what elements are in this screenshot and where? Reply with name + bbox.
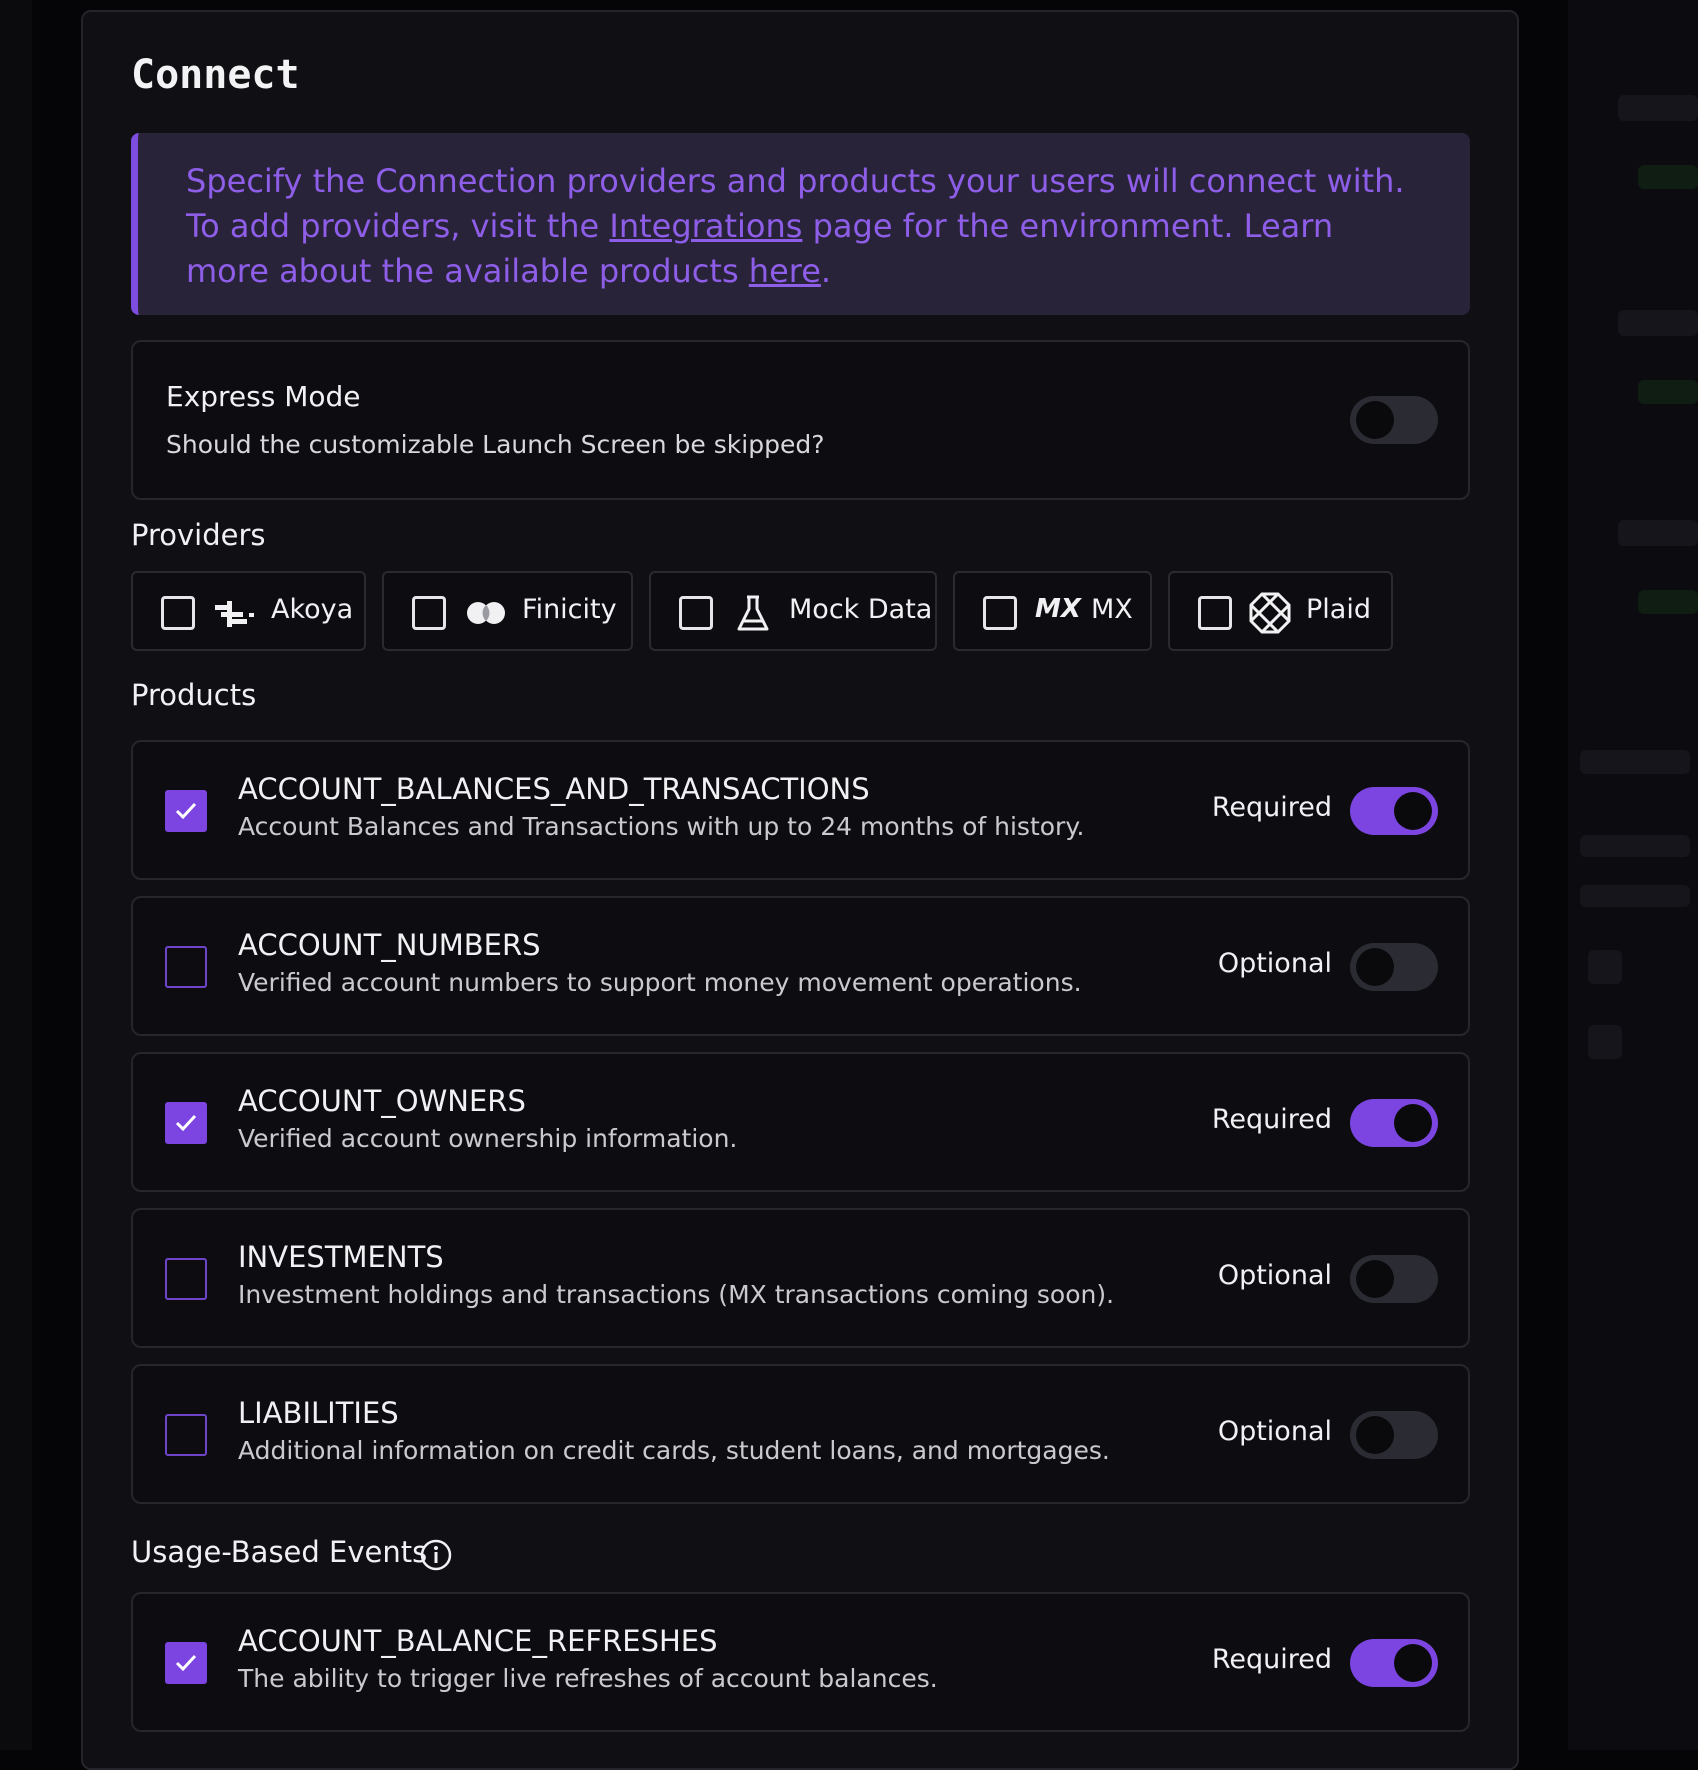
ghost-placeholder (1618, 95, 1698, 121)
product-description: Verified account numbers to support mone… (238, 968, 1082, 997)
akoya-logo-icon (215, 601, 254, 627)
ghost-placeholder (1588, 950, 1622, 984)
product-checkbox[interactable] (165, 946, 207, 988)
ghost-placeholder (1580, 885, 1690, 907)
toggle-knob (1356, 1260, 1394, 1298)
express-mode-toggle[interactable] (1350, 396, 1438, 444)
product-card: ACCOUNT_BALANCES_AND_TRANSACTIONS Accoun… (131, 740, 1470, 880)
provider-checkbox[interactable] (161, 596, 195, 630)
checkmark-icon (175, 1114, 197, 1132)
provider-checkbox[interactable] (679, 596, 713, 630)
product-description: Account Balances and Transactions with u… (238, 812, 1085, 841)
products-label: Products (131, 678, 257, 712)
product-requirement-label: Optional (1217, 1260, 1332, 1291)
provider-chip-finicity[interactable]: Finicity (382, 571, 633, 651)
ghost-placeholder (1638, 590, 1698, 614)
usage-event-requirement-label: Required (1211, 1644, 1332, 1675)
product-required-toggle[interactable] (1350, 943, 1438, 991)
usage-events-label: Usage-Based Events (131, 1535, 428, 1569)
toggle-knob (1394, 1104, 1432, 1142)
flask-icon (737, 595, 769, 631)
usage-event-name: ACCOUNT_BALANCE_REFRESHES (238, 1624, 718, 1658)
provider-label: Akoya (271, 594, 354, 625)
product-card: ACCOUNT_OWNERS Verified account ownershi… (131, 1052, 1470, 1192)
ghost-placeholder (1618, 310, 1698, 336)
provider-chip-plaid[interactable]: Plaid (1168, 571, 1393, 651)
plaid-logo-icon (1249, 592, 1291, 634)
ghost-placeholder (1580, 835, 1690, 857)
product-name: ACCOUNT_BALANCES_AND_TRANSACTIONS (238, 772, 870, 806)
backdrop-right-panel (1568, 0, 1698, 1750)
finicity-logo-icon (467, 602, 505, 624)
mx-logo-icon: MX (1035, 594, 1081, 624)
ghost-placeholder (1618, 520, 1698, 546)
backdrop-left-sidebar (0, 0, 32, 1750)
express-mode-description: Should the customizable Launch Screen be… (166, 430, 825, 459)
page-title: Connect (131, 52, 300, 98)
provider-label: MX (1091, 594, 1133, 625)
product-name: LIABILITIES (238, 1396, 399, 1430)
checkmark-icon (175, 802, 197, 820)
usage-event-description: The ability to trigger live refreshes of… (238, 1664, 938, 1693)
product-requirement-label: Required (1211, 1104, 1332, 1135)
provider-chip-mx[interactable]: MX MX (953, 571, 1152, 651)
product-required-toggle[interactable] (1350, 1255, 1438, 1303)
ghost-placeholder (1588, 1025, 1622, 1059)
product-description: Verified account ownership information. (238, 1124, 738, 1153)
express-mode-card: Express Mode Should the customizable Lau… (131, 340, 1470, 500)
product-card: ACCOUNT_NUMBERS Verified account numbers… (131, 896, 1470, 1036)
usage-event-card: ACCOUNT_BALANCE_REFRESHES The ability to… (131, 1592, 1470, 1732)
ghost-placeholder (1580, 750, 1690, 774)
product-requirement-label: Optional (1217, 1416, 1332, 1447)
product-checkbox[interactable] (165, 1414, 207, 1456)
product-description: Additional information on credit cards, … (238, 1436, 1110, 1465)
product-card: LIABILITIES Additional information on cr… (131, 1364, 1470, 1504)
product-required-toggle[interactable] (1350, 1099, 1438, 1147)
info-icon[interactable] (419, 1538, 453, 1572)
toggle-knob (1394, 1644, 1432, 1682)
product-required-toggle[interactable] (1350, 1411, 1438, 1459)
products-here-link[interactable]: here (749, 252, 821, 290)
product-requirement-label: Required (1211, 792, 1332, 823)
provider-chip-akoya[interactable]: Akoya (131, 571, 366, 651)
toggle-knob (1394, 792, 1432, 830)
express-mode-title: Express Mode (166, 380, 361, 413)
product-description: Investment holdings and transactions (MX… (238, 1280, 1115, 1309)
product-card: INVESTMENTS Investment holdings and tran… (131, 1208, 1470, 1348)
product-checkbox[interactable] (165, 1102, 207, 1144)
provider-checkbox[interactable] (1198, 596, 1232, 630)
product-required-toggle[interactable] (1350, 787, 1438, 835)
connect-panel: Connect Specify the Connection providers… (81, 10, 1519, 1770)
provider-chip-mock-data[interactable]: Mock Data (649, 571, 937, 651)
usage-event-required-toggle[interactable] (1350, 1639, 1438, 1687)
providers-label: Providers (131, 518, 266, 552)
toggle-knob (1356, 1416, 1394, 1454)
checkmark-icon (175, 1654, 197, 1672)
product-checkbox[interactable] (165, 1258, 207, 1300)
product-name: ACCOUNT_OWNERS (238, 1084, 526, 1118)
product-requirement-label: Optional (1217, 948, 1332, 979)
banner-text: . (820, 252, 832, 290)
provider-label: Finicity (522, 594, 617, 625)
product-name: INVESTMENTS (238, 1240, 444, 1274)
toggle-knob (1356, 401, 1394, 439)
usage-event-checkbox[interactable] (165, 1642, 207, 1684)
provider-checkbox[interactable] (983, 596, 1017, 630)
product-checkbox[interactable] (165, 790, 207, 832)
ghost-placeholder (1638, 380, 1698, 404)
info-banner: Specify the Connection providers and pro… (131, 133, 1470, 315)
toggle-knob (1356, 948, 1394, 986)
product-name: ACCOUNT_NUMBERS (238, 928, 541, 962)
provider-label: Plaid (1306, 594, 1371, 625)
provider-label: Mock Data (789, 594, 933, 625)
provider-checkbox[interactable] (412, 596, 446, 630)
integrations-link[interactable]: Integrations (609, 207, 802, 245)
ghost-placeholder (1638, 165, 1698, 189)
